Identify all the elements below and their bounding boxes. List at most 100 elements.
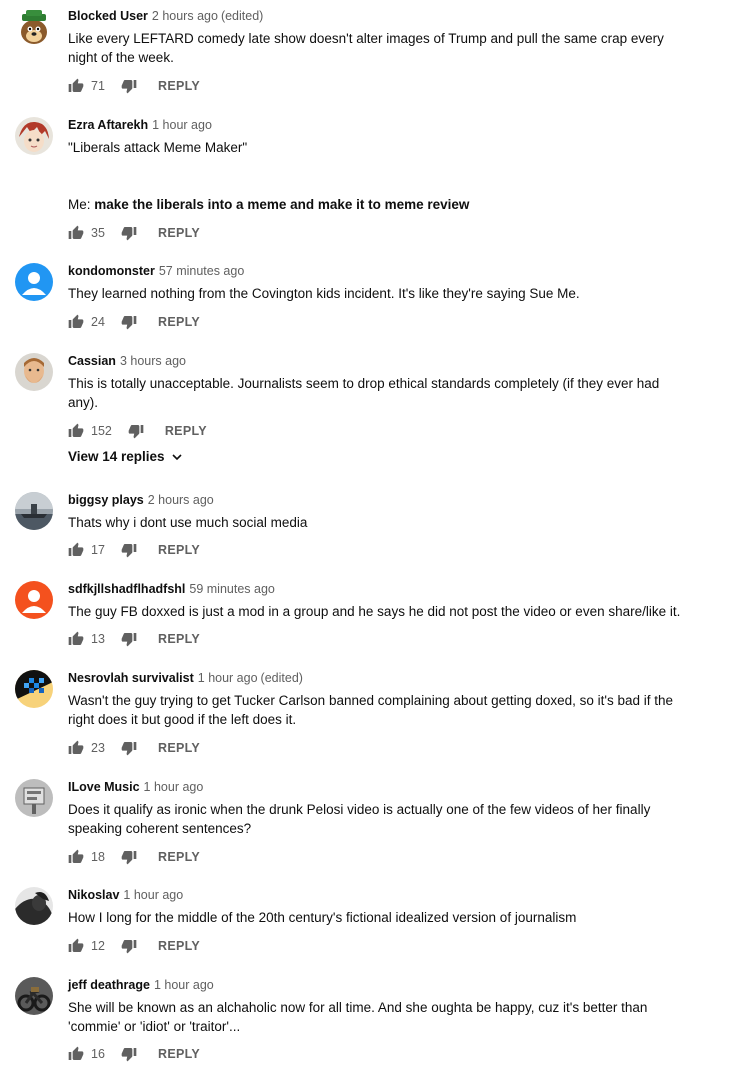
comment-body: Cassian 3 hours ago This is totally unacc… bbox=[68, 353, 695, 412]
timestamp[interactable]: 3 hours ago bbox=[120, 354, 186, 368]
author-name[interactable]: ILove Music bbox=[68, 780, 140, 794]
like-icon[interactable] bbox=[68, 314, 84, 330]
author-name[interactable]: Ezra Aftarekh bbox=[68, 118, 148, 132]
comment-text: How I long for the middle of the 20th ce… bbox=[68, 908, 695, 927]
anime-avatar[interactable] bbox=[15, 117, 53, 155]
comment-text: She will be known as an alchaholic now f… bbox=[68, 998, 695, 1036]
comment-body: Nikoslav 1 hour ago How I long for the mi… bbox=[68, 887, 695, 927]
like-icon[interactable] bbox=[68, 78, 84, 94]
like-icon[interactable] bbox=[68, 542, 84, 558]
comment-line: This is totally unacceptable. Journalist… bbox=[68, 376, 660, 391]
dark-photo-avatar[interactable] bbox=[15, 887, 53, 925]
like-icon[interactable] bbox=[68, 225, 84, 241]
comment-header: sdfkjllshadflhadfshl 59 minutes ago bbox=[68, 581, 695, 597]
view-replies-button[interactable]: View 14 replies bbox=[68, 449, 183, 464]
comment-bold-text: make the liberals into a meme and make i… bbox=[94, 197, 470, 212]
author-name[interactable]: Nesrovlah survivalist bbox=[68, 671, 194, 685]
reply-button[interactable]: REPLY bbox=[158, 226, 200, 240]
reply-button[interactable]: REPLY bbox=[158, 632, 200, 646]
reply-button[interactable]: REPLY bbox=[158, 850, 200, 864]
dislike-icon[interactable] bbox=[121, 314, 137, 330]
reply-button[interactable]: REPLY bbox=[158, 79, 200, 93]
comment-text: This is totally unacceptable. Journalist… bbox=[68, 374, 695, 412]
like-icon[interactable] bbox=[68, 423, 84, 439]
comment-actions: 16 REPLY bbox=[68, 1044, 200, 1064]
timestamp[interactable]: 57 minutes ago bbox=[159, 264, 244, 278]
timestamp[interactable]: 1 hour ago bbox=[154, 978, 214, 992]
reply-button[interactable]: REPLY bbox=[158, 939, 200, 953]
comment-body: Nesrovlah survivalist 1 hour ago (edited) … bbox=[68, 670, 695, 729]
comment-body: jeff deathrage 1 hour ago She will be kno… bbox=[68, 977, 695, 1036]
dislike-icon[interactable] bbox=[121, 542, 137, 558]
timestamp[interactable]: 1 hour ago bbox=[198, 671, 258, 685]
comment-line: night of the week. bbox=[68, 50, 174, 65]
ship-avatar[interactable] bbox=[15, 492, 53, 530]
author-name[interactable]: biggsy plays bbox=[68, 493, 144, 507]
timestamp[interactable]: 59 minutes ago bbox=[189, 582, 274, 596]
timestamp[interactable]: 1 hour ago bbox=[152, 118, 212, 132]
reply-button[interactable]: REPLY bbox=[158, 543, 200, 557]
reply-button[interactable]: REPLY bbox=[158, 741, 200, 755]
comment-actions: 35 REPLY bbox=[68, 223, 200, 243]
dislike-icon[interactable] bbox=[128, 423, 144, 439]
comment-header: jeff deathrage 1 hour ago bbox=[68, 977, 695, 993]
timestamp[interactable]: 2 hours ago bbox=[148, 493, 214, 507]
like-icon[interactable] bbox=[68, 938, 84, 954]
comment-header: Nesrovlah survivalist 1 hour ago (edited) bbox=[68, 670, 695, 686]
like-icon[interactable] bbox=[68, 849, 84, 865]
comment-header: ILove Music 1 hour ago bbox=[68, 779, 695, 795]
dislike-icon[interactable] bbox=[121, 849, 137, 865]
like-icon[interactable] bbox=[68, 740, 84, 756]
dislike-icon[interactable] bbox=[121, 631, 137, 647]
dislike-icon[interactable] bbox=[121, 78, 137, 94]
like-count: 16 bbox=[91, 1047, 105, 1061]
like-count: 24 bbox=[91, 315, 105, 329]
comment-text: Wasn't the guy trying to get Tucker Carl… bbox=[68, 691, 695, 729]
like-count: 23 bbox=[91, 741, 105, 755]
comment-prefix: Me: bbox=[68, 197, 95, 212]
dislike-icon[interactable] bbox=[121, 740, 137, 756]
dislike-icon[interactable] bbox=[121, 225, 137, 241]
comment-header: Cassian 3 hours ago bbox=[68, 353, 695, 369]
like-count: 12 bbox=[91, 939, 105, 953]
timestamp[interactable]: 1 hour ago bbox=[144, 780, 204, 794]
timestamp[interactable]: 2 hours ago bbox=[152, 9, 218, 23]
author-name[interactable]: Nikoslav bbox=[68, 888, 119, 902]
cartoon-bear-avatar[interactable] bbox=[15, 8, 53, 46]
author-name[interactable]: sdfkjllshadflhadfshl bbox=[68, 582, 185, 596]
reply-button[interactable]: REPLY bbox=[165, 424, 207, 438]
comment-body: kondomonster 57 minutes ago They learned … bbox=[68, 263, 695, 303]
like-icon[interactable] bbox=[68, 631, 84, 647]
dislike-icon[interactable] bbox=[121, 1046, 137, 1062]
author-name[interactable]: Cassian bbox=[68, 354, 116, 368]
comment-text: The guy FB doxxed is just a mod in a gro… bbox=[68, 602, 695, 621]
comment-actions: 12 REPLY bbox=[68, 936, 200, 956]
timestamp[interactable]: 1 hour ago bbox=[123, 888, 183, 902]
pixel-art-avatar[interactable] bbox=[15, 670, 53, 708]
music-sign-avatar[interactable] bbox=[15, 779, 53, 817]
motorcycle-avatar[interactable] bbox=[15, 977, 53, 1015]
comment-actions: 18 REPLY bbox=[68, 847, 200, 867]
comment-line: Wasn't the guy trying to get Tucker Carl… bbox=[68, 693, 674, 708]
like-count: 17 bbox=[91, 543, 105, 557]
like-icon[interactable] bbox=[68, 1046, 84, 1062]
comment-header: Ezra Aftarekh 1 hour ago bbox=[68, 117, 695, 133]
reply-button[interactable]: REPLY bbox=[158, 1047, 200, 1061]
default-blue-avatar[interactable] bbox=[15, 263, 53, 301]
comment-actions: 13 REPLY bbox=[68, 629, 200, 649]
dislike-icon[interactable] bbox=[121, 938, 137, 954]
author-name[interactable]: Blocked User bbox=[68, 9, 148, 23]
default-orange-avatar[interactable] bbox=[15, 581, 53, 619]
like-count: 152 bbox=[91, 424, 112, 438]
comment-header: Blocked User 2 hours ago (edited) bbox=[68, 8, 695, 24]
comment-line: Thats why i dont use much social media bbox=[68, 515, 308, 530]
like-count: 18 bbox=[91, 850, 105, 864]
bearded-man-avatar[interactable] bbox=[15, 353, 53, 391]
reply-button[interactable]: REPLY bbox=[158, 315, 200, 329]
comment-line: speaking coherent sentences? bbox=[68, 821, 252, 836]
comment-line: She will be known as an alchaholic now f… bbox=[68, 1000, 648, 1015]
author-name[interactable]: jeff deathrage bbox=[68, 978, 150, 992]
comment-line: Like every LEFTARD comedy late show does… bbox=[68, 31, 664, 46]
comment-actions: 24 REPLY bbox=[68, 312, 200, 332]
author-name[interactable]: kondomonster bbox=[68, 264, 155, 278]
